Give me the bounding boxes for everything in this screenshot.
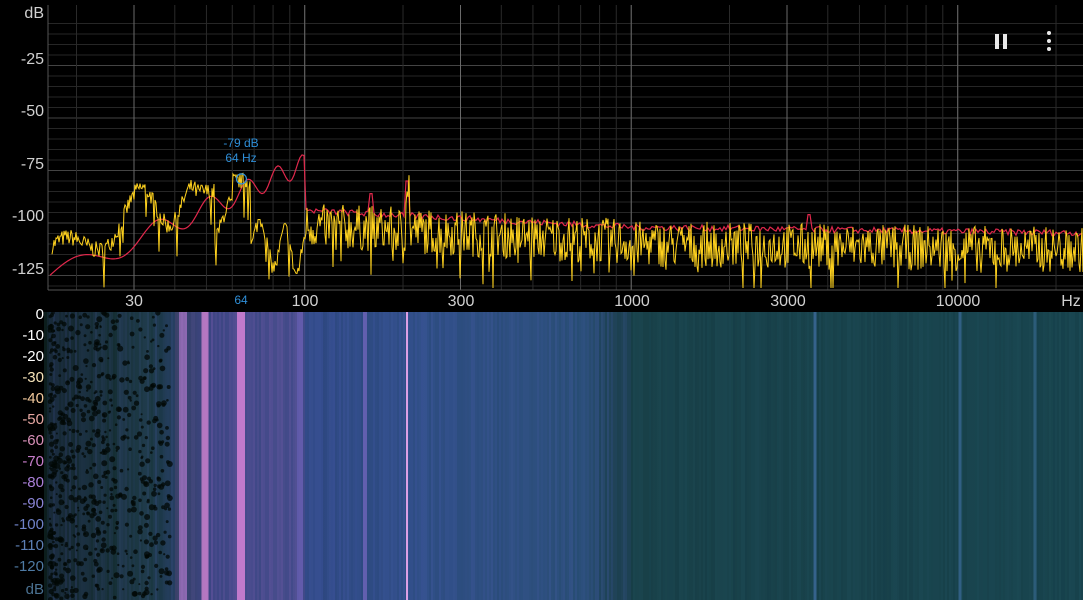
peak-frequency-axis-marker: 64 <box>234 293 248 307</box>
scale-label: -60 <box>22 432 44 449</box>
overflow-menu-button[interactable] <box>1035 27 1063 55</box>
scale-label: -10 <box>22 327 44 344</box>
x-tick-label: 1000 <box>614 293 650 310</box>
y-axis-unit: dB <box>24 5 44 22</box>
pause-button[interactable] <box>987 27 1015 55</box>
scale-unit: dB <box>25 581 44 598</box>
spectrum-plot <box>47 5 1083 291</box>
pause-icon <box>993 33 1009 49</box>
y-tick-label: -25 <box>20 51 44 68</box>
spectrogram[interactable]: 0 -10 -20 -30 -40 -50 -60 -70 -80 -90 -1… <box>0 307 1083 600</box>
x-tick-label: 300 <box>447 293 475 310</box>
scale-label: -40 <box>22 390 44 407</box>
scale-label: -90 <box>22 495 44 512</box>
y-tick-label: -100 <box>11 208 44 225</box>
scale-label: -70 <box>22 453 44 470</box>
spectrogram-band <box>1033 312 1037 600</box>
y-tick-label: -125 <box>11 261 44 278</box>
scale-label: 0 <box>35 306 44 323</box>
y-tick-label: -50 <box>20 103 44 120</box>
x-axis-unit: Hz <box>1061 293 1081 310</box>
spectrogram-band <box>813 312 817 600</box>
spectrogram-band <box>237 312 245 600</box>
scale-label: -50 <box>22 411 44 428</box>
scale-label: -120 <box>13 558 44 575</box>
spectrogram-band <box>406 312 408 600</box>
scale-label: -110 <box>15 537 44 554</box>
spectrogram-band <box>363 312 367 600</box>
spectrum-analyzer[interactable]: dB -25 -50 -75 -100 -125 30 100 300 1000… <box>0 0 1083 312</box>
spectrogram-band <box>201 312 209 600</box>
peak-level: -79 dB <box>223 136 259 150</box>
scale-label: -80 <box>22 474 44 491</box>
scale-label: -30 <box>22 369 44 386</box>
scale-label: -100 <box>13 516 44 533</box>
vertical-dots-menu-icon <box>1047 29 1051 53</box>
spectrogram-band <box>958 312 962 600</box>
x-tick-label: 10000 <box>935 293 981 310</box>
x-tick-label: 100 <box>291 293 319 310</box>
spectrogram-band <box>297 312 303 600</box>
spectrogram-waterfall <box>44 312 1083 600</box>
y-tick-label: -75 <box>20 156 44 173</box>
scale-label: -20 <box>22 348 44 365</box>
peak-hold-trace <box>49 154 1083 276</box>
peak-readout: -79 dB 64 Hz <box>223 136 258 166</box>
spectrogram-band <box>179 312 187 600</box>
x-tick-label: 30 <box>125 293 143 310</box>
x-tick-label: 3000 <box>770 293 806 310</box>
peak-frequency: 64 Hz <box>225 151 257 165</box>
